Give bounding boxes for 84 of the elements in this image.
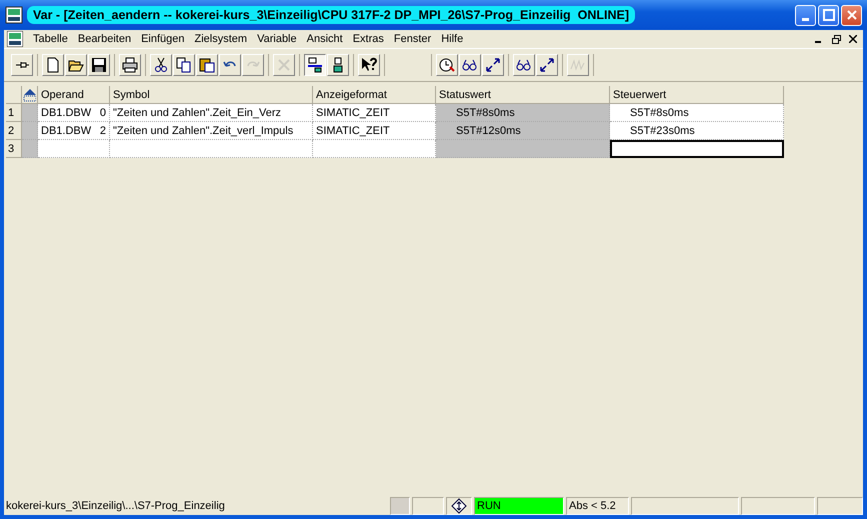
close-button[interactable] <box>841 4 862 26</box>
watch-icon <box>439 57 455 73</box>
glasses-button[interactable] <box>459 54 481 76</box>
new-button[interactable] <box>42 54 64 76</box>
row-number[interactable]: 1 <box>6 104 22 122</box>
print-icon <box>122 57 138 73</box>
arrows-icon <box>485 57 501 73</box>
table-cell <box>22 140 38 158</box>
column-header[interactable] <box>22 86 38 104</box>
copy-button[interactable] <box>173 54 195 76</box>
table-cell: S5T#12s0ms <box>436 122 610 140</box>
cut-icon <box>153 57 169 73</box>
restore-icon[interactable] <box>829 32 843 46</box>
paste-button[interactable] <box>196 54 218 76</box>
network-button[interactable] <box>304 54 326 76</box>
close-icon[interactable] <box>846 32 860 46</box>
table-cell: S5T#8s0ms <box>436 104 610 122</box>
cut-button[interactable] <box>150 54 172 76</box>
column-header[interactable]: Operand <box>38 86 110 104</box>
new-icon <box>45 57 61 73</box>
pin-button[interactable] <box>11 54 33 76</box>
menu-item[interactable]: Extras <box>348 33 389 45</box>
delete-icon <box>276 57 292 73</box>
table-cell: DB1.DBW 2 <box>38 122 110 140</box>
status-panel <box>390 497 410 515</box>
column-header[interactable]: Symbol <box>110 86 313 104</box>
status-path: kokerei-kurs_3\Einzeilig\...\S7-Prog_Einzeilig <box>5 499 226 514</box>
diamond-icon <box>451 498 467 514</box>
menu-item[interactable]: Tabelle <box>28 33 73 45</box>
help-icon <box>361 57 377 73</box>
menu-item[interactable]: Bearbeiten <box>72 33 136 45</box>
column-header[interactable]: Steuerwert <box>610 86 784 104</box>
station-button[interactable] <box>327 54 349 76</box>
print-button[interactable] <box>119 54 141 76</box>
window-title: Var - [Zeiten_aendern -- kokerei-kurs_3\Einzeilig\CPU 317F-2 DP_MPI_26\S7-Prog_Einzeilig ONLINE] <box>27 6 636 24</box>
open-button[interactable] <box>65 54 87 76</box>
arrows-button[interactable] <box>482 54 504 76</box>
menu-item[interactable]: Fenster <box>388 33 436 45</box>
network-icon <box>307 57 323 73</box>
app-icon <box>5 6 23 24</box>
minimize-button[interactable] <box>795 4 816 26</box>
arrows-button[interactable] <box>536 54 558 76</box>
table-cell <box>22 122 38 140</box>
menu-item[interactable]: Hilfe <box>436 33 468 45</box>
save-icon <box>91 57 107 73</box>
table-cell: DB1.DBW 0 <box>38 104 110 122</box>
table-cell: "Zeiten und Zahlen".Zeit_verl_Impuls <box>110 122 313 140</box>
watch-button[interactable] <box>436 54 458 76</box>
column-header[interactable]: Statuswert <box>436 86 610 104</box>
table-cell: SIMATIC_ZEIT <box>313 104 436 122</box>
paste-icon <box>199 57 215 73</box>
row-number[interactable]: 2 <box>6 122 22 140</box>
table-cell: SIMATIC_ZEIT <box>313 122 436 140</box>
input-cell[interactable]: S5T#8s0ms <box>610 104 784 122</box>
menu-item[interactable]: Einfügen <box>136 33 190 45</box>
input-cell[interactable] <box>610 140 784 158</box>
arrows-icon <box>539 57 555 73</box>
glasses-button[interactable] <box>513 54 535 76</box>
table-icon <box>23 88 36 102</box>
input-cell[interactable]: S5T#23s0ms <box>610 122 784 140</box>
help-button[interactable] <box>358 54 380 76</box>
menu-item[interactable]: Ansicht <box>302 33 348 45</box>
column-header[interactable]: Anzeigeformat <box>313 86 436 104</box>
status-panel <box>817 497 863 515</box>
table-cell <box>22 104 38 122</box>
status-condition: Abs < 5.2 <box>566 497 629 515</box>
minimize-icon <box>802 18 809 20</box>
glasses-icon <box>516 57 532 73</box>
wave-icon <box>570 57 586 73</box>
cpu-status: RUN <box>474 497 564 515</box>
maximize-icon <box>822 9 834 21</box>
glasses-icon <box>462 57 478 73</box>
document-icon[interactable] <box>7 31 23 47</box>
menu-item[interactable]: Variable <box>252 33 302 45</box>
close-icon <box>846 9 858 21</box>
menu-item[interactable]: Zielsystem <box>190 33 252 45</box>
status-panel <box>412 497 444 515</box>
table-cell <box>38 140 110 158</box>
maximize-button[interactable] <box>818 4 839 26</box>
undo-button[interactable] <box>219 54 241 76</box>
copy-icon <box>176 57 192 73</box>
row-number[interactable]: 3 <box>6 140 22 158</box>
table-cell: "Zeiten und Zahlen".Zeit_Ein_Verz <box>110 104 313 122</box>
save-button[interactable] <box>88 54 110 76</box>
